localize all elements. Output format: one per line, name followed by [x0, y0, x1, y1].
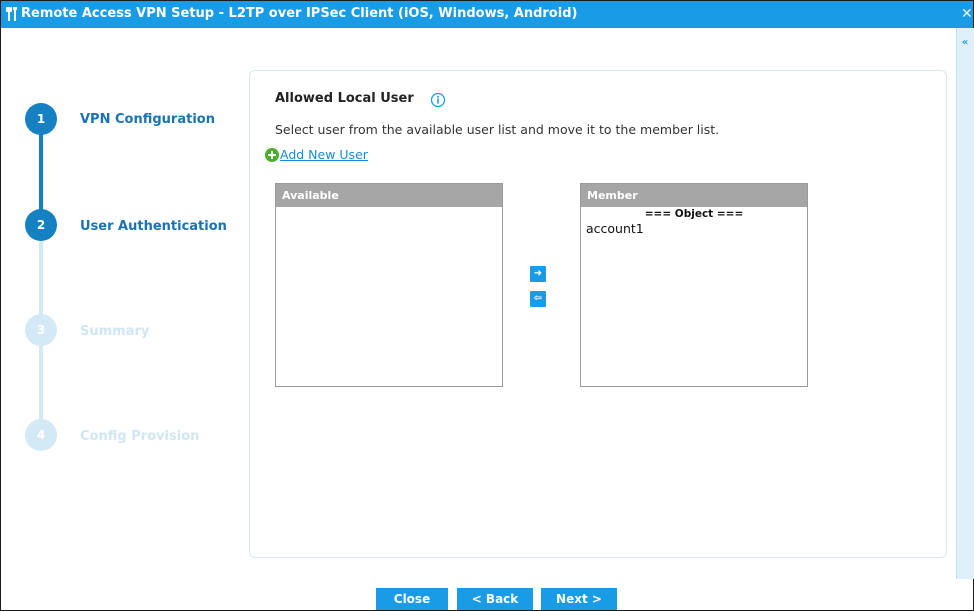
arrow-left-icon[interactable]: ⇦: [530, 291, 546, 307]
member-list-item[interactable]: account1: [581, 221, 807, 236]
next-button[interactable]: Next >: [541, 588, 617, 610]
step-label-vpn-configuration: VPN Configuration: [80, 112, 215, 127]
close-x-icon[interactable]: ✕: [961, 5, 973, 23]
member-list-header: Member: [581, 184, 807, 207]
wizard-window: Remote Access VPN Setup - L2TP over IPSe…: [0, 0, 974, 611]
available-list-header: Available: [276, 184, 502, 207]
step-circle-1: 1: [25, 103, 57, 135]
section-title: Allowed Local User: [275, 91, 414, 106]
plus-circle-icon: [265, 148, 279, 162]
step-label-summary: Summary: [80, 324, 150, 339]
window-title: Remote Access VPN Setup - L2TP over IPSe…: [21, 6, 578, 21]
member-list-body[interactable]: === Object === account1: [581, 208, 807, 236]
side-collapse-panel: [956, 28, 974, 579]
add-new-user-link[interactable]: Add New User: [280, 147, 368, 162]
member-list[interactable]: Member === Object === account1: [580, 183, 808, 387]
member-group-heading: === Object ===: [644, 208, 744, 220]
tools-icon: [6, 7, 17, 21]
close-button[interactable]: Close: [376, 588, 448, 610]
title-bar: Remote Access VPN Setup - L2TP over IPSe…: [1, 1, 973, 28]
section-description: Select user from the available user list…: [275, 122, 720, 137]
collapse-icon[interactable]: «: [958, 36, 972, 50]
step-label-user-authentication: User Authentication: [80, 219, 227, 234]
back-button[interactable]: < Back: [457, 588, 533, 610]
info-icon[interactable]: [430, 92, 446, 108]
step-circle-2: 2: [25, 209, 57, 241]
step-circle-3: 3: [25, 314, 57, 346]
step-label-config-provision: Config Provision: [80, 429, 200, 444]
step-circle-4: 4: [25, 419, 57, 451]
arrow-right-icon[interactable]: ➜: [530, 266, 546, 282]
available-list[interactable]: Available: [275, 183, 503, 387]
